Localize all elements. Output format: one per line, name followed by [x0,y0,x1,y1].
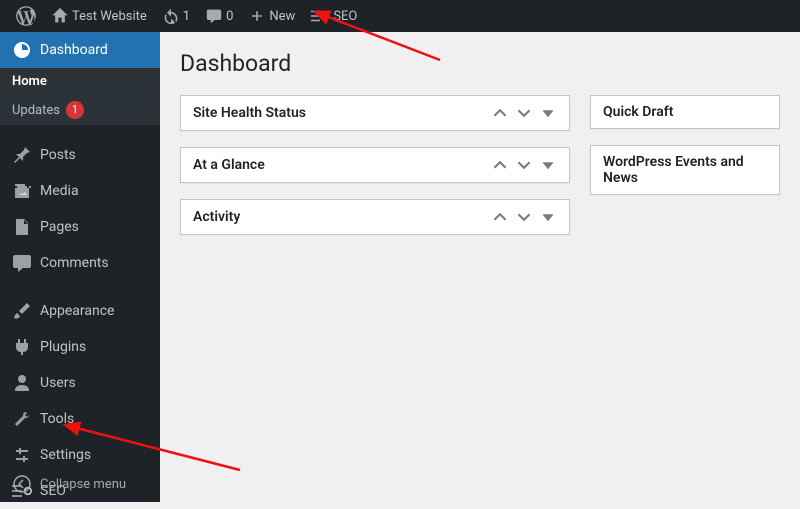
sidebar-item-appearance[interactable]: Appearance [0,293,160,329]
site-name-link[interactable]: Test Website [44,0,155,32]
sidebar-item-plugins[interactable]: Plugins [0,329,160,365]
sidebar-item-pages[interactable]: Pages [0,209,160,245]
sidebar-item-label: Pages [40,219,79,235]
user-icon [12,373,32,393]
pin-icon [12,145,32,165]
move-up-button[interactable] [491,104,509,122]
sidebar-item-posts[interactable]: Posts [0,137,160,173]
postbox-handle[interactable]: Quick Draft [591,96,779,128]
admin-bar: Test Website 1 0 New SEO [0,0,800,32]
seo-link[interactable]: SEO [303,0,365,32]
collapse-label: Collapse menu [40,477,126,492]
postbox-title: Activity [193,209,240,225]
comments-count: 0 [226,9,233,24]
postbox-handle[interactable]: Site Health Status [181,96,569,130]
dashboard-icon [12,40,32,60]
sidebar-item-dashboard[interactable]: Dashboard [0,32,160,68]
chevron-down-icon [517,210,531,224]
settings-icon [12,445,32,465]
sidebar-item-media[interactable]: Media [0,173,160,209]
move-up-button[interactable] [491,208,509,226]
postbox-events-news: WordPress Events and News [590,145,780,195]
move-down-button[interactable] [515,156,533,174]
postbox-handle[interactable]: At a Glance [181,148,569,182]
sidebar-item-label: Users [40,375,76,391]
triangle-down-icon [541,210,555,224]
collapse-menu-button[interactable]: Collapse menu [0,466,160,502]
sidebar-subitem-home[interactable]: Home [0,68,160,95]
postbox-title: At a Glance [193,157,265,173]
triangle-down-icon [541,106,555,120]
postbox-quick-draft: Quick Draft [590,95,780,129]
sidebar-item-label: Comments [40,255,109,271]
chevron-down-icon [517,158,531,172]
home-icon [52,8,68,24]
postbox-at-a-glance: At a Glance [180,147,570,183]
toggle-button[interactable] [539,156,557,174]
page-icon [12,217,32,237]
menu-separator [0,125,160,137]
main-content: Dashboard Site Health Status At a Glance [160,32,800,502]
tools-icon [12,409,32,429]
postbox-site-health: Site Health Status [180,95,570,131]
sidebar-item-tools[interactable]: Tools [0,401,160,437]
site-name-label: Test Website [72,9,147,24]
updates-badge: 1 [66,101,84,119]
sidebar-item-users[interactable]: Users [0,365,160,401]
update-icon [163,8,179,24]
toggle-button[interactable] [539,208,557,226]
chevron-up-icon [493,106,507,120]
sidebar-item-label: Plugins [40,339,86,355]
brush-icon [12,301,32,321]
comments-link[interactable]: 0 [198,0,241,32]
media-icon [12,181,32,201]
postbox-title: Quick Draft [603,104,673,120]
wordpress-icon [16,6,36,26]
sidebar-item-label: Home [12,74,47,89]
postbox-title: Site Health Status [193,105,306,121]
seo-label: SEO [333,9,357,24]
chevron-up-icon [493,158,507,172]
admin-sidebar: Dashboard Home Updates 1 Posts Media Pag… [0,32,160,502]
plugin-icon [12,337,32,357]
sidebar-item-label: Dashboard [40,42,108,58]
sidebar-item-label: Posts [40,147,76,163]
postbox-handle[interactable]: Activity [181,200,569,234]
toggle-button[interactable] [539,104,557,122]
new-label: New [269,9,295,24]
sidebar-item-label: Settings [40,447,91,463]
chevron-up-icon [493,210,507,224]
sidebar-subitem-updates[interactable]: Updates 1 [0,95,160,125]
dashboard-submenu: Home Updates 1 [0,68,160,125]
move-down-button[interactable] [515,208,533,226]
postbox-handle[interactable]: WordPress Events and News [591,146,779,194]
seo-icon [311,9,329,23]
postbox-title: WordPress Events and News [603,154,767,186]
wp-logo[interactable] [8,0,44,32]
sidebar-item-label: Media [40,183,79,199]
chevron-down-icon [517,106,531,120]
plus-icon [249,8,265,24]
comment-icon [206,8,222,24]
collapse-icon [12,474,32,494]
updates-count: 1 [183,9,190,24]
comment-icon [12,253,32,273]
move-down-button[interactable] [515,104,533,122]
sidebar-item-label: Appearance [40,303,114,319]
sidebar-item-label: Updates [12,103,60,118]
triangle-down-icon [541,158,555,172]
updates-link[interactable]: 1 [155,0,198,32]
menu-separator [0,281,160,293]
sidebar-item-label: Tools [40,411,74,427]
move-up-button[interactable] [491,156,509,174]
sidebar-item-comments[interactable]: Comments [0,245,160,281]
postbox-activity: Activity [180,199,570,235]
page-title: Dashboard [180,50,780,77]
new-content-link[interactable]: New [241,0,303,32]
